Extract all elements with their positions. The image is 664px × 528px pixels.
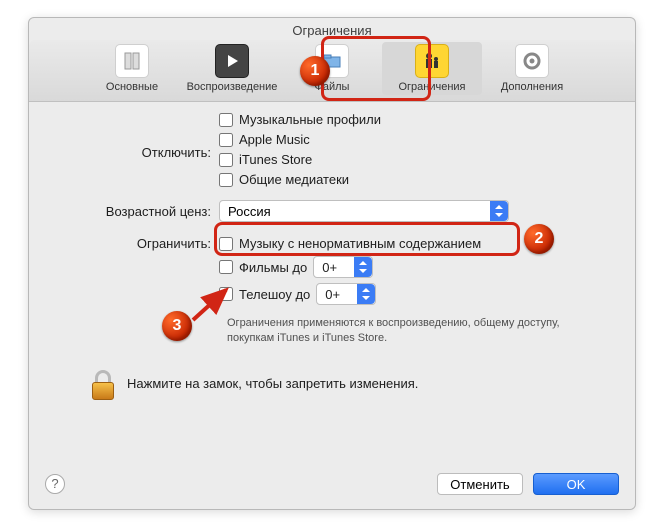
tab-label: Основные: [106, 81, 158, 93]
chevron-updown-icon: [357, 284, 375, 304]
chk-music-profiles[interactable]: Музыкальные профили: [219, 112, 635, 127]
parental-icon: [415, 44, 449, 78]
toolbar: Основные Воспроизведение Файлы Ограничен…: [29, 40, 635, 102]
checkbox[interactable]: [219, 153, 233, 167]
chk-movies-limit[interactable]: Фильмы до 0+: [219, 256, 635, 278]
tab-addons[interactable]: Дополнения: [482, 42, 582, 95]
tab-playback[interactable]: Воспроизведение: [182, 42, 282, 95]
tab-general[interactable]: Основные: [82, 42, 182, 95]
checkbox[interactable]: [219, 260, 233, 274]
footer: ? Отменить OK: [29, 473, 635, 495]
chevron-updown-icon: [354, 257, 372, 277]
cancel-button[interactable]: Отменить: [437, 473, 523, 495]
restrict-label: Ограничить:: [29, 236, 219, 251]
age-rating-select[interactable]: Россия: [219, 200, 509, 222]
tv-age-select[interactable]: 0+: [316, 283, 376, 305]
tab-label: Ограничения: [398, 81, 465, 93]
files-icon: [315, 44, 349, 78]
window-title: Ограничения: [29, 18, 635, 40]
disable-label: Отключить:: [29, 145, 219, 160]
select-value: Россия: [220, 204, 490, 219]
chk-apple-music[interactable]: Apple Music: [219, 132, 635, 147]
restrictions-note: Ограничения применяются к воспроизведени…: [227, 316, 597, 346]
content-area: Отключить: Музыкальные профили Apple Mus…: [29, 112, 635, 509]
tab-label: Дополнения: [501, 81, 563, 93]
lock-icon[interactable]: [89, 368, 117, 400]
chk-tv-limit[interactable]: Телешоу до 0+: [219, 283, 635, 305]
tab-files[interactable]: Файлы: [282, 42, 382, 95]
chk-explicit-music[interactable]: Музыку с ненормативным содержанием: [219, 236, 635, 251]
lock-text: Нажмите на замок, чтобы запретить измене…: [127, 376, 418, 391]
checkbox[interactable]: [219, 287, 233, 301]
tab-label: Воспроизведение: [187, 81, 278, 93]
checkbox[interactable]: [219, 173, 233, 187]
tab-restrictions[interactable]: Ограничения: [382, 42, 482, 95]
chk-itunes-store[interactable]: iTunes Store: [219, 152, 635, 167]
help-button[interactable]: ?: [45, 474, 65, 494]
play-icon: [215, 44, 249, 78]
checkbox[interactable]: [219, 237, 233, 251]
preferences-window: Ограничения Основные Воспроизведение Фай…: [28, 17, 636, 510]
ok-button[interactable]: OK: [533, 473, 619, 495]
chk-shared-libs[interactable]: Общие медиатеки: [219, 172, 635, 187]
tab-label: Файлы: [315, 81, 350, 93]
age-rating-label: Возрастной ценз:: [29, 204, 219, 219]
lock-row: Нажмите на замок, чтобы запретить измене…: [89, 368, 635, 400]
checkbox[interactable]: [219, 113, 233, 127]
chevron-updown-icon: [490, 201, 508, 221]
checkbox[interactable]: [219, 133, 233, 147]
general-icon: [115, 44, 149, 78]
movies-age-select[interactable]: 0+: [313, 256, 373, 278]
gear-icon: [515, 44, 549, 78]
